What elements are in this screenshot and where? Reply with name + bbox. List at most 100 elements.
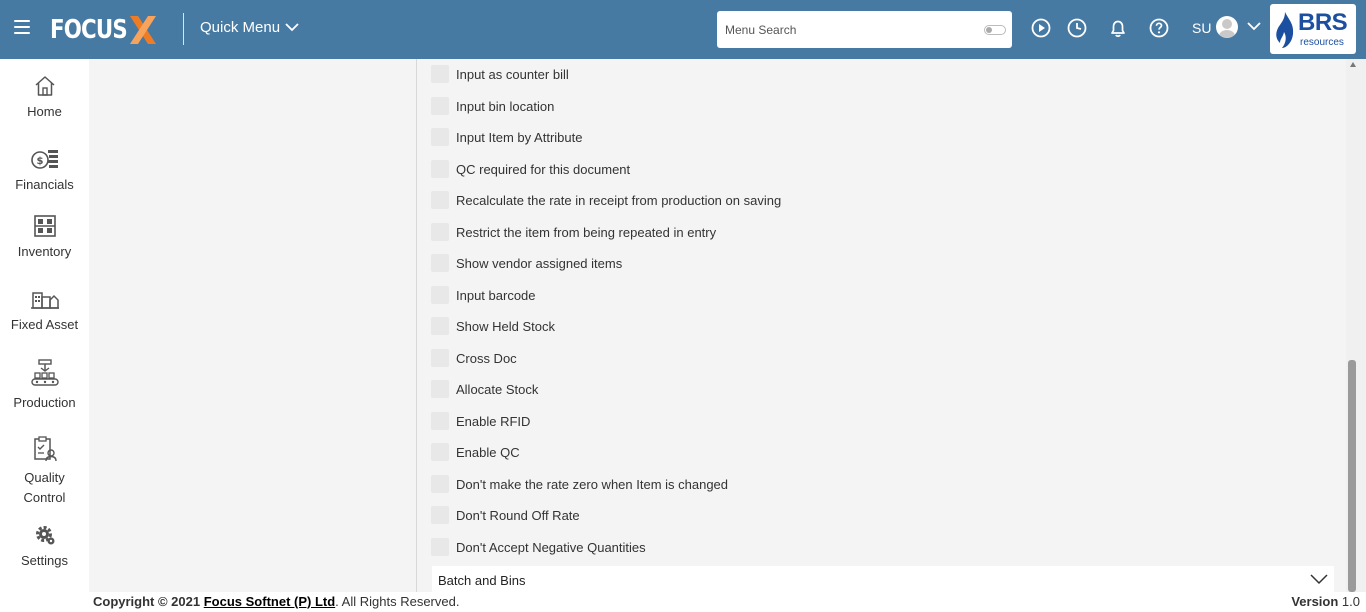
sidebar-label-inventory: Inventory bbox=[17, 244, 72, 259]
sidebar-label-quality: Quality bbox=[24, 470, 65, 485]
clock-icon[interactable] bbox=[1066, 17, 1088, 39]
option-show-vendor-items[interactable]: Show vendor assigned items bbox=[431, 252, 622, 274]
checkbox[interactable] bbox=[431, 254, 449, 272]
option-input-barcode[interactable]: Input barcode bbox=[431, 284, 536, 306]
option-label: Don't Accept Negative Quantities bbox=[456, 539, 646, 555]
option-input-item-by-attribute[interactable]: Input Item by Attribute bbox=[431, 126, 582, 148]
checkbox[interactable] bbox=[431, 160, 449, 178]
chevron-down-icon bbox=[285, 23, 299, 32]
option-qc-required[interactable]: QC required for this document bbox=[431, 158, 630, 180]
checkbox[interactable] bbox=[431, 97, 449, 115]
partner-logo: BRS resources bbox=[1270, 4, 1356, 54]
option-enable-rfid[interactable]: Enable RFID bbox=[431, 410, 530, 432]
top-bar: FOCUS Quick Menu SU BRS resour bbox=[0, 0, 1366, 59]
option-label: Input barcode bbox=[456, 287, 536, 303]
option-label: QC required for this document bbox=[456, 161, 631, 177]
option-input-as-counter-bill[interactable]: Input as counter bill bbox=[431, 63, 569, 85]
copyright-text: Copyright © 2021 bbox=[93, 594, 201, 609]
checkbox[interactable] bbox=[431, 286, 449, 304]
user-initials: SU bbox=[1192, 20, 1212, 36]
search-toggle[interactable] bbox=[984, 25, 1006, 35]
checkbox[interactable] bbox=[431, 380, 449, 398]
sidebar-label-production: Production bbox=[13, 395, 76, 410]
logo-x-icon bbox=[130, 16, 156, 44]
financials-icon: $ bbox=[30, 150, 58, 169]
section-title: Batch and Bins bbox=[438, 572, 526, 588]
play-icon[interactable] bbox=[1030, 17, 1052, 39]
sidebar-label-financials: Financials bbox=[15, 177, 74, 192]
checkbox[interactable] bbox=[431, 412, 449, 430]
partner-sub: resources bbox=[1300, 37, 1344, 48]
sidebar-item-quality-control[interactable]: Quality Control bbox=[0, 436, 89, 508]
brand-name: FOCUS bbox=[50, 15, 128, 45]
checkbox[interactable] bbox=[431, 317, 449, 335]
option-label: Don't make the rate zero when Item is ch… bbox=[456, 476, 729, 492]
fixed-asset-icon bbox=[30, 292, 59, 309]
help-icon[interactable] bbox=[1148, 17, 1170, 39]
checkbox[interactable] bbox=[431, 475, 449, 493]
option-enable-qc[interactable]: Enable QC bbox=[431, 441, 520, 463]
option-label: Input bin location bbox=[456, 98, 555, 114]
option-dont-round-off-rate[interactable]: Don't Round Off Rate bbox=[431, 504, 580, 526]
flame-icon bbox=[1276, 12, 1294, 48]
option-input-bin-location[interactable]: Input bin location bbox=[431, 95, 554, 117]
option-recalculate-rate[interactable]: Recalculate the rate in receipt from pro… bbox=[431, 189, 781, 211]
version-value: 1.0 bbox=[1341, 594, 1360, 609]
option-label: Show vendor assigned items bbox=[456, 255, 623, 271]
option-label: Don't Round Off Rate bbox=[456, 507, 580, 523]
chevron-down-icon[interactable] bbox=[1310, 574, 1328, 585]
option-label: Input Item by Attribute bbox=[456, 129, 583, 145]
version-label: Version bbox=[1291, 594, 1339, 609]
sidebar-item-inventory[interactable]: Inventory bbox=[0, 214, 89, 262]
main-content: Input as counter bill Input bin location… bbox=[89, 59, 1346, 592]
partner-brand: BRS bbox=[1298, 9, 1348, 36]
option-label: Input as counter bill bbox=[456, 66, 569, 82]
avatar[interactable] bbox=[1216, 16, 1238, 38]
hamburger-menu-icon[interactable] bbox=[14, 20, 30, 34]
user-menu-chevron-icon[interactable] bbox=[1247, 22, 1261, 31]
option-label: Enable QC bbox=[456, 444, 520, 460]
menu-search-input[interactable] bbox=[725, 22, 975, 37]
scrollbar-thumb[interactable] bbox=[1348, 360, 1356, 592]
version-info: Version 1.0 bbox=[1291, 592, 1360, 612]
sidebar: Home $ Financials Inventory Fixed Asset … bbox=[0, 59, 89, 612]
checkbox[interactable] bbox=[431, 443, 449, 461]
option-label: Allocate Stock bbox=[456, 381, 539, 397]
option-dont-accept-negative[interactable]: Don't Accept Negative Quantities bbox=[431, 536, 646, 558]
inventory-icon bbox=[33, 215, 56, 237]
home-icon bbox=[35, 76, 54, 96]
sidebar-item-production[interactable]: Production bbox=[0, 359, 89, 413]
option-show-held-stock[interactable]: Show Held Stock bbox=[431, 315, 555, 337]
checkbox[interactable] bbox=[431, 349, 449, 367]
option-label: Show Held Stock bbox=[456, 318, 555, 334]
quick-menu-label: Quick Menu bbox=[200, 19, 281, 36]
checkbox[interactable] bbox=[431, 128, 449, 146]
sidebar-item-fixed-asset[interactable]: Fixed Asset bbox=[0, 287, 89, 335]
option-label: Restrict the item from being repeated in… bbox=[456, 224, 717, 240]
option-cross-doc[interactable]: Cross Doc bbox=[431, 347, 517, 369]
checkbox[interactable] bbox=[431, 191, 449, 209]
sidebar-label-fixed-asset: Fixed Asset bbox=[10, 317, 79, 332]
option-label: Enable RFID bbox=[456, 413, 531, 429]
checkbox[interactable] bbox=[431, 538, 449, 556]
batch-and-bins-section[interactable]: Batch and Bins bbox=[432, 566, 1334, 594]
checkbox[interactable] bbox=[431, 65, 449, 83]
option-restrict-item-repeat[interactable]: Restrict the item from being repeated in… bbox=[431, 221, 716, 243]
bell-icon[interactable] bbox=[1107, 17, 1129, 39]
checkbox[interactable] bbox=[431, 223, 449, 241]
sidebar-label-settings: Settings bbox=[21, 553, 68, 568]
company-link[interactable]: Focus Softnet (P) Ltd bbox=[204, 594, 335, 609]
sidebar-item-financials[interactable]: $ Financials bbox=[0, 147, 89, 195]
sidebar-item-home[interactable]: Home bbox=[0, 74, 89, 122]
settings-icon bbox=[35, 526, 54, 545]
focus-logo[interactable]: FOCUS bbox=[50, 14, 156, 46]
option-dont-zero-rate[interactable]: Don't make the rate zero when Item is ch… bbox=[431, 473, 728, 495]
quick-menu-button[interactable]: Quick Menu bbox=[200, 19, 299, 36]
footer: Copyright © 2021 Focus Softnet (P) Ltd. … bbox=[89, 592, 1366, 612]
sidebar-item-settings[interactable]: Settings bbox=[0, 523, 89, 571]
option-allocate-stock[interactable]: Allocate Stock bbox=[431, 378, 538, 400]
checkbox[interactable] bbox=[431, 506, 449, 524]
quality-control-icon bbox=[33, 436, 57, 462]
scroll-up-arrow-icon[interactable] bbox=[1350, 62, 1356, 68]
production-icon bbox=[30, 359, 59, 386]
